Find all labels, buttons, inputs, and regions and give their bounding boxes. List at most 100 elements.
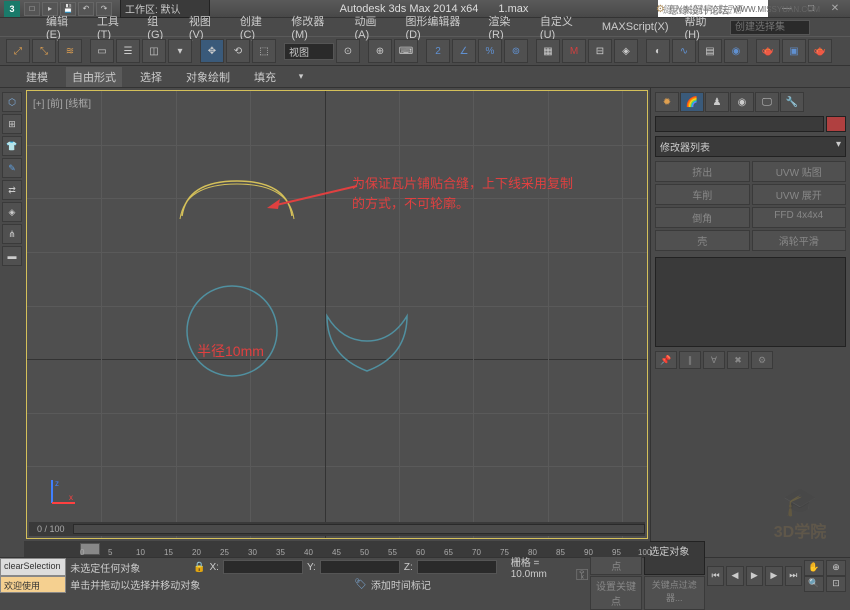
viewport-slider[interactable]: 0 / 100 <box>29 522 645 536</box>
create-tab-icon[interactable]: ✹ <box>655 92 679 112</box>
annotation-text: 为保证瓦片铺贴合缝，上下线采用复制 的方式，不可轮廓。 <box>352 174 573 213</box>
tab-freeform[interactable]: 自由形式 <box>66 67 122 87</box>
move-icon[interactable]: ✥ <box>200 39 224 63</box>
snap-percent-icon[interactable]: % <box>478 39 502 63</box>
svg-text:x: x <box>69 493 73 502</box>
x-coord-input[interactable] <box>223 560 303 574</box>
prev-frame-icon[interactable]: ◀ <box>726 566 743 586</box>
mod-turbosmooth-button[interactable]: 涡轮平滑 <box>752 230 847 251</box>
mod-ffd-button[interactable]: FFD 4x4x4 <box>752 207 847 228</box>
object-name-input[interactable] <box>655 116 824 132</box>
menu-maxscript[interactable]: MAXScript(X) <box>596 19 675 35</box>
unique-icon[interactable]: ∀ <box>703 351 725 369</box>
viewport-front[interactable]: [+] [前] [线框] <box>26 90 648 539</box>
unlink-icon[interactable]: ⤡ <box>32 39 56 63</box>
select-icon[interactable]: ▭ <box>90 39 114 63</box>
graphite-icon[interactable]: ◐ <box>646 39 670 63</box>
keyboard-icon[interactable]: ⌨ <box>394 39 418 63</box>
play-icon[interactable]: ▶ <box>746 566 763 586</box>
orbit-icon[interactable]: ⊕ <box>826 560 846 576</box>
pin-stack-icon[interactable]: 📌 <box>655 351 677 369</box>
align-icon[interactable]: ⊟ <box>588 39 612 63</box>
modifier-list-dropdown[interactable]: 修改器列表▾ <box>655 136 846 157</box>
material-editor-icon[interactable]: ◉ <box>724 39 748 63</box>
circle-spline[interactable] <box>182 281 282 381</box>
named-sel-icon[interactable]: ▦ <box>536 39 560 63</box>
zoom-icon[interactable]: 🔍 <box>804 576 824 592</box>
manipulate-icon[interactable]: ⊕ <box>368 39 392 63</box>
scale-icon[interactable]: ⬚ <box>252 39 276 63</box>
show-result-icon[interactable]: ∥ <box>679 351 701 369</box>
viewport-label[interactable]: [+] [前] [线框] <box>33 95 91 110</box>
tab-object-paint[interactable]: 对象绘制 <box>180 67 236 87</box>
selection-status: 未选定任何对象 <box>70 560 189 575</box>
y-coord-input[interactable] <box>320 560 400 574</box>
graphite-toolbar: 建模 自由形式 选择 对象绘制 填充 ▾ <box>0 66 850 88</box>
tab-modeling[interactable]: 建模 <box>20 67 54 87</box>
brush-icon[interactable]: ✎ <box>2 158 22 178</box>
goto-end-icon[interactable]: ⏭ <box>785 566 802 586</box>
bind-icon[interactable]: ≋ <box>58 39 82 63</box>
select-region-icon[interactable]: ◫ <box>142 39 166 63</box>
ribbon-icon[interactable]: ▾ <box>294 70 308 84</box>
mod-bevel-button[interactable]: 倒角 <box>655 207 750 228</box>
maximize-viewport-icon[interactable]: ⊡ <box>826 576 846 592</box>
render-frame-icon[interactable]: ▣ <box>782 39 806 63</box>
curve-editor-icon[interactable]: ∿ <box>672 39 696 63</box>
time-tag-button[interactable]: 添加时间标记 <box>371 577 431 592</box>
goto-start-icon[interactable]: ⏮ <box>707 566 724 586</box>
snap-spinner-icon[interactable]: ⊚ <box>504 39 528 63</box>
time-ruler[interactable]: 0 5 10 15 20 25 30 35 40 45 50 55 60 65 … <box>24 541 650 557</box>
selection-set-input[interactable] <box>730 20 810 35</box>
qat-new-icon[interactable]: □ <box>24 2 40 16</box>
layers-icon[interactable]: ◈ <box>614 39 638 63</box>
crescent-spline[interactable] <box>317 286 417 386</box>
render-setup-icon[interactable]: 🫖 <box>756 39 780 63</box>
mod-unwrap-button[interactable]: UVW 展开 <box>752 184 847 205</box>
mod-lathe-button[interactable]: 车削 <box>655 184 750 205</box>
constraint-icon[interactable]: ⊞ <box>2 114 22 134</box>
mod-uvwmap-button[interactable]: UVW 贴图 <box>752 161 847 182</box>
schematic-icon[interactable]: ▤ <box>698 39 722 63</box>
tab-select[interactable]: 选择 <box>134 67 168 87</box>
shirt-icon[interactable]: 👕 <box>2 136 22 156</box>
branch-icon[interactable]: ⋔ <box>2 224 22 244</box>
object-color-swatch[interactable] <box>826 116 846 132</box>
modify-tab-icon[interactable]: 🌈 <box>680 92 704 112</box>
left-toolbar: ⬡ ⊞ 👕 ✎ ⇄ ◈ ⋔ ▬ <box>0 88 24 541</box>
configure-icon[interactable]: ⚙ <box>751 351 773 369</box>
z-coord-input[interactable] <box>417 560 497 574</box>
prompt-text: 单击并拖动以选择并移动对象 <box>70 577 350 592</box>
key-filter-button[interactable]: 关键点过滤器... <box>644 576 705 610</box>
set-key-button[interactable]: 设置关键点 <box>590 576 642 610</box>
shift-icon[interactable]: ⇄ <box>2 180 22 200</box>
modifier-stack[interactable] <box>655 257 846 347</box>
hierarchy-tab-icon[interactable]: ♟ <box>705 92 729 112</box>
select-name-icon[interactable]: ☰ <box>116 39 140 63</box>
filter-icon[interactable]: ▾ <box>168 39 192 63</box>
flatten-icon[interactable]: ▬ <box>2 246 22 266</box>
coord-system-select[interactable] <box>284 43 334 60</box>
render-icon[interactable]: 🫖 <box>808 39 832 63</box>
mod-extrude-button[interactable]: 挤出 <box>655 161 750 182</box>
pan-icon[interactable]: ✋ <box>804 560 824 576</box>
key-target-select[interactable]: 选定对象 <box>644 541 704 575</box>
poly-icon[interactable]: ⬡ <box>2 92 22 112</box>
motion-tab-icon[interactable]: ◉ <box>730 92 754 112</box>
snap-2d-icon[interactable]: 2 <box>426 39 450 63</box>
app-icon[interactable]: 3 <box>4 1 20 17</box>
snap-angle-icon[interactable]: ∠ <box>452 39 476 63</box>
display-tab-icon[interactable]: 🖵 <box>755 92 779 112</box>
next-frame-icon[interactable]: ▶ <box>765 566 782 586</box>
tab-populate[interactable]: 填充 <box>248 67 282 87</box>
y-label: Y: <box>307 562 316 573</box>
close-button[interactable]: ✕ <box>824 2 846 16</box>
rotate-icon[interactable]: ⟲ <box>226 39 250 63</box>
select-link-icon[interactable]: ⤢ <box>6 39 30 63</box>
optimize-icon[interactable]: ◈ <box>2 202 22 222</box>
pivot-icon[interactable]: ⊙ <box>336 39 360 63</box>
remove-mod-icon[interactable]: ✖ <box>727 351 749 369</box>
mod-shell-button[interactable]: 壳 <box>655 230 750 251</box>
mirror-icon[interactable]: M <box>562 39 586 63</box>
utilities-tab-icon[interactable]: 🔧 <box>780 92 804 112</box>
